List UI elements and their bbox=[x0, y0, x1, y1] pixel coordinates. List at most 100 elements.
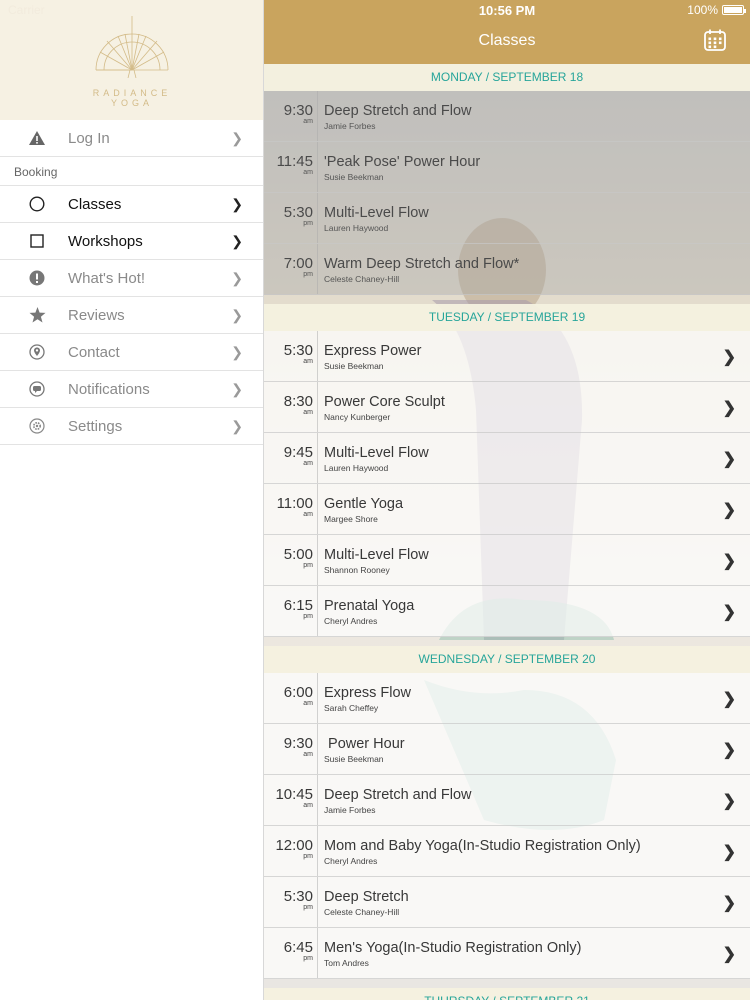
class-time: 8:30 bbox=[283, 393, 313, 410]
class-ampm: am bbox=[303, 802, 313, 809]
logo-area: RADIANCE YOGA bbox=[0, 0, 263, 120]
sidebar-item-settings[interactable]: Settings ❯ bbox=[0, 408, 263, 445]
class-row[interactable]: 11:00 am Gentle Yoga Margee Shore ❯ bbox=[264, 484, 750, 535]
class-row[interactable]: 7:00 pm Warm Deep Stretch and Flow* Celes… bbox=[264, 244, 750, 295]
class-row[interactable]: 6:00 am Express Flow Sarah Cheffey ❯ bbox=[264, 673, 750, 724]
chevron-right-icon: ❯ bbox=[722, 691, 736, 708]
warning-icon bbox=[28, 129, 46, 147]
chevron-right-icon: ❯ bbox=[722, 895, 736, 912]
calendar-icon[interactable] bbox=[704, 29, 726, 51]
logo-line-2: YOGA bbox=[110, 98, 153, 108]
class-time: 6:15 bbox=[283, 597, 313, 614]
class-teacher: Susie Beekman bbox=[324, 754, 384, 764]
gear-icon bbox=[28, 417, 46, 435]
sidebar-item-reviews[interactable]: Reviews ❯ bbox=[0, 297, 263, 334]
class-time: 6:45 bbox=[283, 939, 313, 956]
chevron-right-icon: ❯ bbox=[231, 195, 243, 212]
class-time: 12:00 bbox=[275, 837, 313, 854]
nav-bar: Classes bbox=[264, 0, 750, 64]
logo-line-1: RADIANCE bbox=[92, 88, 172, 98]
class-ampm: am bbox=[303, 118, 313, 125]
class-title: Mom and Baby Yoga(In-Studio Registration… bbox=[324, 838, 641, 854]
chevron-right-icon: ❯ bbox=[231, 232, 243, 249]
class-ampm: am bbox=[303, 169, 313, 176]
class-row[interactable]: 6:45 pm Men's Yoga(In-Studio Registration… bbox=[264, 928, 750, 979]
chevron-right-icon: ❯ bbox=[722, 349, 736, 366]
class-title: Multi-Level Flow bbox=[324, 445, 429, 461]
sidebar-item-login[interactable]: Log In ❯ bbox=[0, 120, 263, 157]
class-teacher: Shannon Rooney bbox=[324, 565, 390, 575]
class-time: 5:00 bbox=[283, 546, 313, 563]
login-label: Log In bbox=[68, 129, 110, 147]
whats-hot-label: What's Hot! bbox=[68, 269, 146, 287]
contact-label: Contact bbox=[68, 343, 120, 361]
class-teacher: Celeste Chaney-Hill bbox=[324, 274, 400, 284]
class-title: Power Hour bbox=[324, 736, 405, 752]
class-row[interactable]: 10:45 am Deep Stretch and Flow Jamie Forb… bbox=[264, 775, 750, 826]
chevron-right-icon: ❯ bbox=[231, 129, 243, 146]
class-teacher: Nancy Kunberger bbox=[324, 412, 391, 422]
chevron-right-icon: ❯ bbox=[722, 946, 736, 963]
class-ampm: pm bbox=[303, 562, 313, 569]
class-time: 6:00 bbox=[283, 684, 313, 701]
class-title: 'Peak Pose' Power Hour bbox=[324, 154, 481, 170]
class-row[interactable]: 5:30 pm Deep Stretch Celeste Chaney-Hill … bbox=[264, 877, 750, 928]
class-row[interactable]: 9:45 am Multi-Level Flow Lauren Haywood ❯ bbox=[264, 433, 750, 484]
class-ampm: am bbox=[303, 511, 313, 518]
class-row[interactable]: 11:45 am 'Peak Pose' Power Hour Susie Bee… bbox=[264, 142, 750, 193]
class-title: Gentle Yoga bbox=[324, 496, 404, 512]
chevron-right-icon: ❯ bbox=[231, 380, 243, 397]
class-time: 9:30 bbox=[283, 102, 313, 119]
chevron-right-icon: ❯ bbox=[231, 343, 243, 360]
class-row[interactable]: 8:30 am Power Core Sculpt Nancy Kunberger… bbox=[264, 382, 750, 433]
settings-label: Settings bbox=[68, 417, 123, 435]
chevron-right-icon: ❯ bbox=[722, 604, 736, 621]
class-row[interactable]: 9:30 am Deep Stretch and Flow Jamie Forbe… bbox=[264, 91, 750, 142]
class-title: Deep Stretch bbox=[324, 889, 409, 905]
sidebar-item-whats-hot[interactable]: What's Hot! ❯ bbox=[0, 260, 263, 297]
class-time: 7:00 bbox=[283, 255, 313, 272]
class-time: 5:30 bbox=[283, 204, 313, 221]
day-group-monday: 9:30 am Deep Stretch and Flow Jamie Forbe… bbox=[264, 91, 750, 295]
class-title: Multi-Level Flow bbox=[324, 547, 429, 563]
day-header: THURSDAY / SEPTEMBER 21 bbox=[264, 988, 750, 1000]
class-row[interactable]: 5:30 pm Multi-Level Flow Lauren Haywood bbox=[264, 193, 750, 244]
class-time: 9:45 bbox=[283, 444, 313, 461]
location-pin-icon bbox=[28, 343, 46, 361]
class-ampm: am bbox=[303, 751, 313, 758]
class-title: Prenatal Yoga bbox=[324, 598, 415, 614]
chevron-right-icon: ❯ bbox=[231, 417, 243, 434]
class-time: 11:00 bbox=[276, 495, 313, 512]
sidebar-item-contact[interactable]: Contact ❯ bbox=[0, 334, 263, 371]
class-time: 9:30 bbox=[283, 735, 313, 752]
square-icon bbox=[28, 232, 46, 250]
chevron-right-icon: ❯ bbox=[722, 742, 736, 759]
class-teacher: Celeste Chaney-Hill bbox=[324, 907, 400, 917]
logo-text: RADIANCE YOGA bbox=[0, 88, 264, 108]
class-teacher: Susie Beekman bbox=[324, 361, 384, 371]
class-title: Power Core Sculpt bbox=[324, 394, 445, 410]
chevron-right-icon: ❯ bbox=[231, 306, 243, 323]
notifications-label: Notifications bbox=[68, 380, 150, 398]
sunburst-logo-icon bbox=[95, 16, 169, 78]
class-ampm: pm bbox=[303, 613, 313, 620]
class-row[interactable]: 5:00 pm Multi-Level Flow Shannon Rooney ❯ bbox=[264, 535, 750, 586]
class-title: Express Flow bbox=[324, 685, 412, 701]
chevron-right-icon: ❯ bbox=[722, 793, 736, 810]
classes-label: Classes bbox=[68, 195, 122, 213]
class-row[interactable]: 9:30 am Power Hour Susie Beekman ❯ bbox=[264, 724, 750, 775]
class-title: Deep Stretch and Flow bbox=[324, 787, 472, 803]
class-row[interactable]: 5:30 am Express Power Susie Beekman ❯ bbox=[264, 331, 750, 382]
sidebar-item-workshops[interactable]: Workshops ❯ bbox=[0, 223, 263, 260]
class-row[interactable]: 6:15 pm Prenatal Yoga Cheryl Andres ❯ bbox=[264, 586, 750, 637]
class-ampm: am bbox=[303, 409, 313, 416]
classes-main-panel: Classes MONDAY / SEPTEMBER 18 9:30 am Dee… bbox=[264, 0, 750, 1000]
class-teacher: Tom Andres bbox=[324, 958, 369, 968]
class-schedule-list: MONDAY / SEPTEMBER 18 9:30 am Deep Stretc… bbox=[264, 64, 750, 1000]
day-group-wednesday: 6:00 am Express Flow Sarah Cheffey ❯ 9:30… bbox=[264, 673, 750, 979]
sidebar-item-classes[interactable]: Classes ❯ bbox=[0, 186, 263, 223]
sidebar-item-notifications[interactable]: Notifications ❯ bbox=[0, 371, 263, 408]
class-row[interactable]: 12:00 pm Mom and Baby Yoga(In-Studio Regi… bbox=[264, 826, 750, 877]
exclamation-icon bbox=[28, 269, 46, 287]
class-teacher: Margee Shore bbox=[324, 514, 378, 524]
